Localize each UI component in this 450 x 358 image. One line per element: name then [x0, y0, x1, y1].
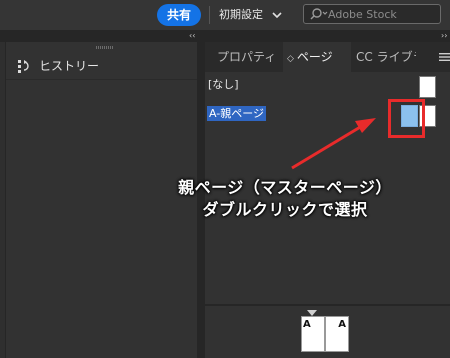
master-none-label[interactable]: [なし]	[208, 78, 239, 92]
annotation-line-1: 親ページ（マスターページ）	[178, 178, 392, 197]
history-panel-tab[interactable]: ヒストリー	[6, 52, 197, 80]
adobe-stock-search[interactable]	[303, 4, 441, 24]
annotation-callout: 親ページ（マスターページ） ダブルクリックで選択	[150, 177, 420, 221]
tab-pages[interactable]: ◇ ページ	[283, 42, 351, 72]
app-topbar: 共有 初期設定	[0, 0, 450, 30]
annotation-line-2: ダブルクリックで選択	[202, 200, 368, 219]
tab-expand-icon: ◇	[287, 54, 294, 64]
page-thumbnail-right[interactable]: A	[325, 316, 349, 352]
topbar-divider	[209, 6, 210, 24]
collapse-right-panel-button[interactable]: ››	[441, 31, 447, 41]
share-button[interactable]: 共有	[157, 4, 201, 26]
page-master-label: A	[303, 319, 311, 330]
collapse-left-panel-button[interactable]: ‹‹	[189, 31, 195, 41]
tab-pages-label: ページ	[296, 50, 333, 64]
history-icon	[18, 60, 29, 73]
panel-collapse-bar: ‹‹ ››	[0, 30, 450, 42]
annotation-highlight-box	[388, 99, 425, 138]
tab-properties[interactable]: プロパティ	[217, 42, 283, 72]
page-master-label: A	[338, 319, 346, 330]
panel-menu-icon[interactable]	[439, 52, 450, 62]
panel-grip[interactable]	[96, 46, 114, 49]
search-input[interactable]	[328, 6, 436, 22]
tab-cc-libraries[interactable]: CC ライブラ	[356, 42, 416, 72]
master-none-thumbnail[interactable]	[419, 76, 436, 98]
panel-section-divider[interactable]	[205, 304, 450, 306]
chevron-down-icon[interactable]	[271, 8, 283, 22]
master-a-label[interactable]: A-親ページ	[207, 106, 267, 121]
history-panel-label: ヒストリー	[39, 59, 100, 73]
workspace-switcher[interactable]: 初期設定	[219, 8, 263, 22]
page-thumbnail-left[interactable]: A	[301, 316, 325, 352]
panel-tabs: プロパティ ◇ページ CC ライブラ	[205, 42, 450, 72]
